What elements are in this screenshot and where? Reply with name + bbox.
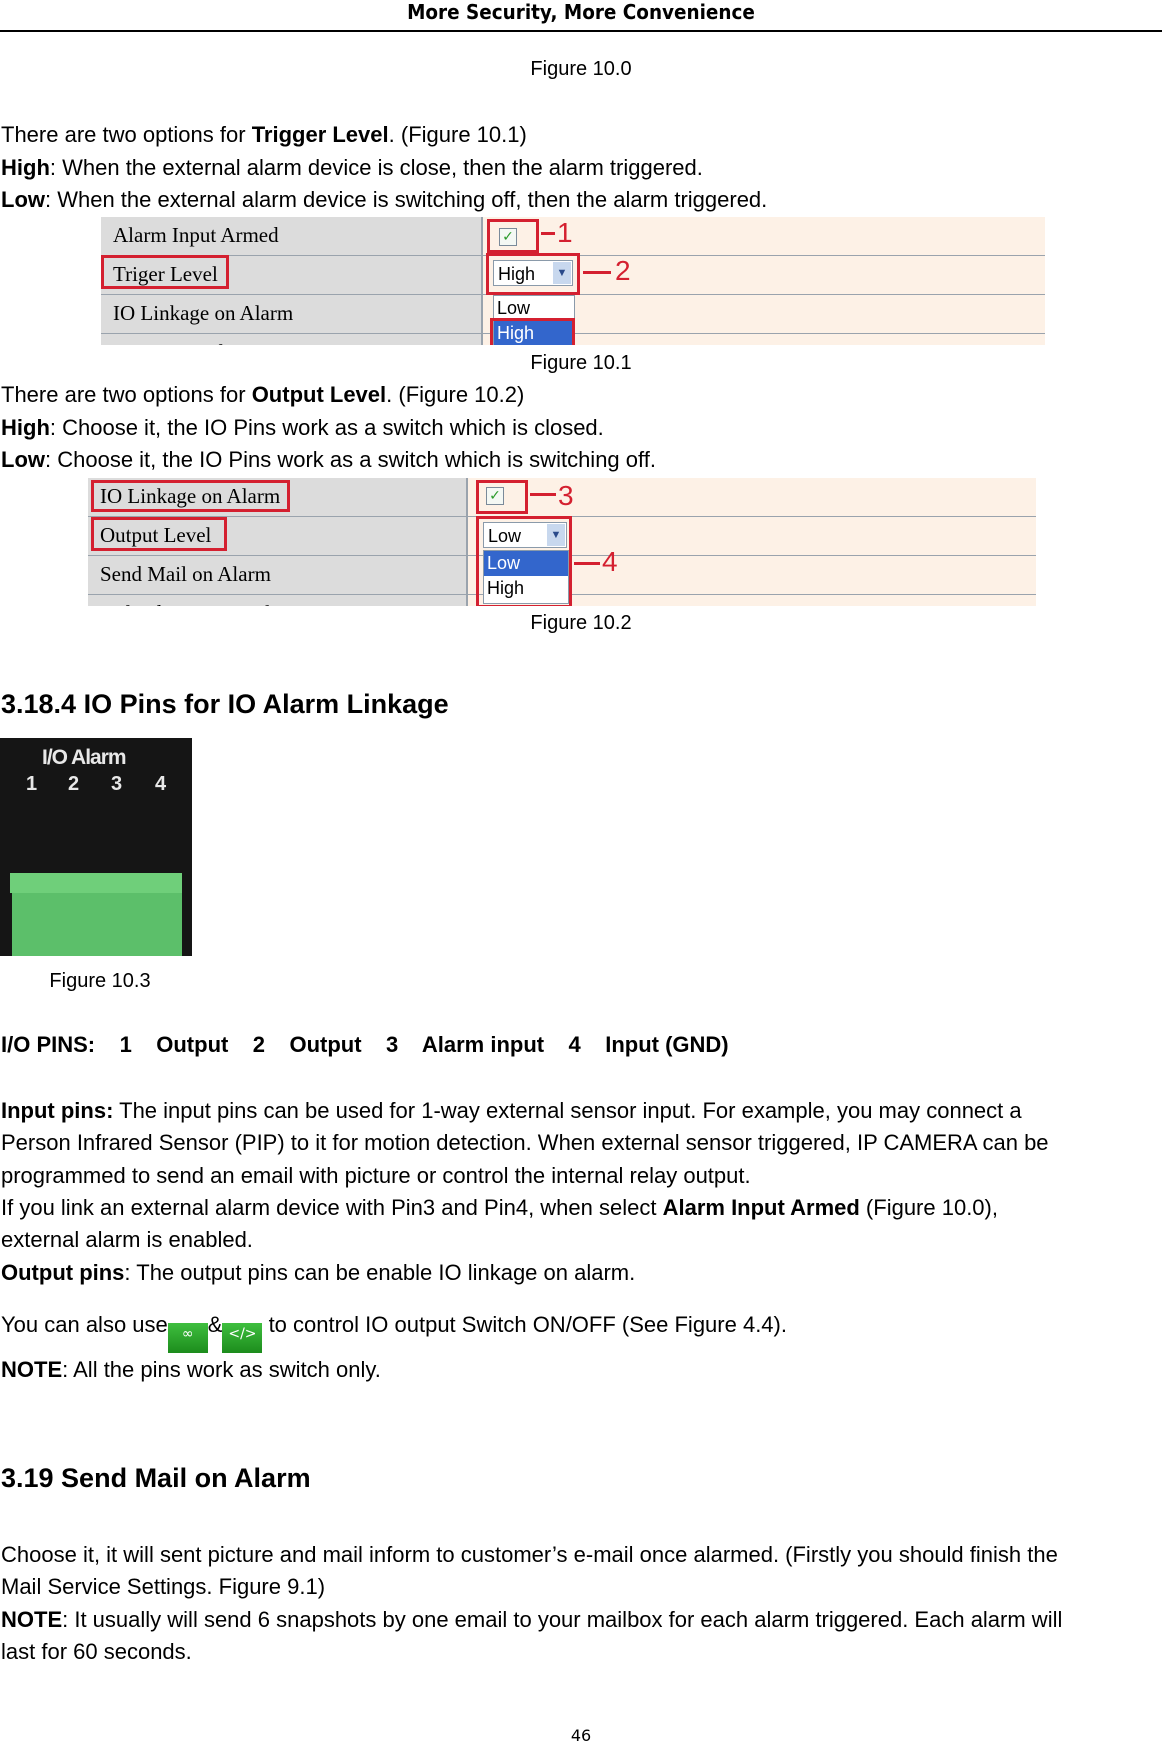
mail-note-line-1: NOTE: It usually will send 6 snapshots b… [1,1604,1062,1636]
figure-10-1-screenshot: Alarm Input Armed Triger Level IO Linkag… [101,217,1045,345]
bold-term: Input pins: [1,1098,114,1123]
text: . (Figure 10.2) [386,382,525,407]
text: : Choose it, the IO Pins work as a switc… [45,447,656,472]
note-pins: NOTE: All the pins work as switch only. [1,1354,381,1386]
highlight-box [91,480,290,512]
mail-line-1: Choose it, it will sent picture and mail… [1,1542,1058,1567]
marker-number: 1 [557,217,573,248]
marker-number: 2 [615,255,631,286]
output-intro: There are two options for Output Level. … [1,379,524,411]
bold-term: Output pins [1,1260,125,1285]
highlight-box [486,253,580,295]
marker-line [583,271,611,274]
mail-note-line-2: last for 60 seconds. [1,1639,192,1664]
text: The input pins can be used for 1-way ext… [113,1098,1022,1123]
io-off-icon[interactable]: </> [222,1323,263,1353]
text: (Figure 10.0), [859,1195,998,1220]
also-use-line: You can also use ∞ & </> to control IO outp… [1,1309,787,1353]
highlight-box [476,516,572,606]
figure-caption-10-1: Figure 10.1 [530,352,632,374]
highlight-box [476,480,528,514]
figure-caption-10-0: Figure 10.0 [530,58,632,80]
page-number: 46 [570,1726,592,1745]
marker-line [574,562,600,565]
text: You can also use [1,1312,168,1337]
pin-number: 2 [68,773,80,795]
io-alarm-terminal-image: I/O Alarm 1 2 3 4 [0,738,192,956]
text: If you link an external alarm device wit… [1,1195,663,1220]
row-label: Output Level [101,334,481,345]
input-pins-line-1: Input pins: The input pins can be used f… [1,1095,1022,1127]
section-heading-send-mail: 3.19 Send Mail on Alarm [1,1463,311,1493]
mail-line-2: Mail Service Settings. Figure 9.1) [1,1574,326,1599]
marker-line [530,493,556,496]
output-low: Low: Choose it, the IO Pins work as a sw… [1,444,656,476]
marker-number: 3 [558,480,574,511]
row-label: Alarm Input Armed [101,217,481,255]
section-heading-io-pins: 3.18.4 IO Pins for IO Alarm Linkage [1,689,449,719]
text: : All the pins work as switch only. [62,1357,381,1382]
highlight-box [101,255,229,289]
text: to control IO output Switch ON/OFF (See … [262,1312,787,1337]
text: & [207,1312,223,1337]
header-divider [0,30,1162,32]
input-pins-line-2: Person Infrared Sensor (PIP) to it for m… [1,1130,1049,1155]
marker-number: 4 [602,546,618,577]
bold-term: High [1,155,50,180]
bold-term: Output Level [251,382,387,407]
text: There are two options for [1,122,252,147]
link-line-1: If you link an external alarm device wit… [1,1192,998,1224]
output-high: High: Choose it, the IO Pins work as a s… [1,412,604,444]
trigger-low: Low: When the external alarm device is s… [1,184,767,216]
figure-caption-10-2: Figure 10.2 [530,612,632,634]
figure-10-2-screenshot: IO Linkage on Alarm Output Level Send Ma… [88,478,1036,606]
output-pins-line: Output pins: The output pins can be enab… [1,1257,635,1289]
bold-term: Low [1,447,45,472]
trigger-intro: There are two options for Trigger Level.… [1,119,527,151]
highlight-box [487,219,539,253]
text: : Choose it, the IO Pins work as a switc… [49,415,604,440]
settings-row: Alarm Input Armed [101,217,1045,257]
bold-term: NOTE [1,1607,63,1632]
marker-line [541,232,555,235]
highlight-box [490,318,575,345]
row-label: Upload Image on Alarm [88,595,466,606]
io-alarm-label: I/O Alarm [42,746,127,769]
pin-number: 1 [26,773,38,795]
text: . (Figure 10.1) [388,122,527,147]
text: There are two options for [1,382,252,407]
row-label: Send Mail on Alarm [88,556,466,594]
text: : When the external alarm device is swit… [45,187,768,212]
bold-term: High [1,415,50,440]
bold-term: Alarm Input Armed [662,1195,860,1220]
bold-term: Low [1,187,45,212]
io-pins-line: I/O PINS: 1 Output 2 Output 3 Alarm inpu… [1,1032,729,1057]
pin-number: 4 [155,773,167,795]
pin-number: 3 [111,773,123,795]
row-value [466,478,1036,516]
terminal-block-top [10,873,182,893]
figure-caption-10-3: Figure 10.3 [49,970,151,992]
bold-term: Trigger Level [251,122,389,147]
row-label: IO Linkage on Alarm [101,295,481,333]
bold-term: NOTE [1,1357,63,1382]
link-line-2: external alarm is enabled. [1,1227,253,1252]
input-pins-line-3: programmed to send an email with picture… [1,1163,751,1188]
highlight-box [91,517,227,551]
text: : When the external alarm device is clos… [49,155,703,180]
trigger-high: High: When the external alarm device is … [1,152,703,184]
text: : It usually will send 6 snapshots by on… [62,1607,1063,1632]
page-header-title: More Security, More Convenience [407,0,755,24]
text: : The output pins can be enable IO linka… [124,1260,636,1285]
io-on-icon[interactable]: ∞ [167,1323,208,1353]
